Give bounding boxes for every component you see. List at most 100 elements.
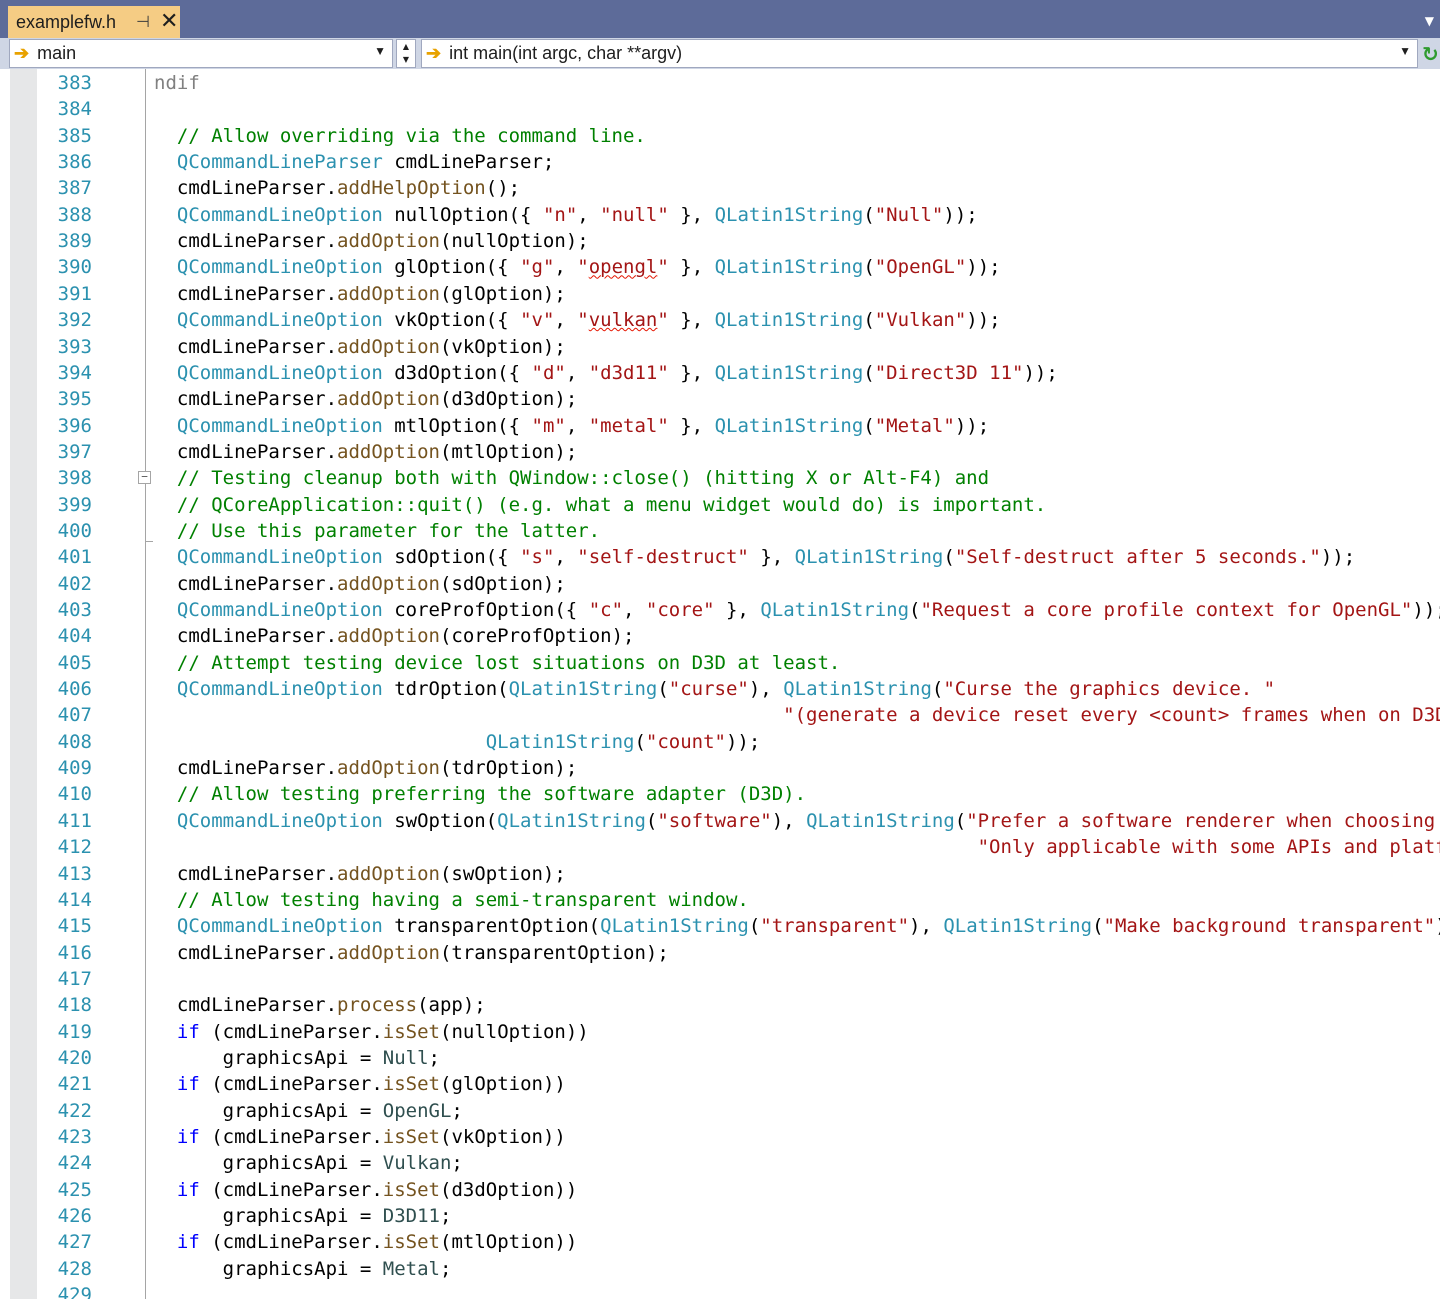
code-token: QLatin1String (943, 915, 1093, 938)
chevron-down-icon[interactable]: ▼ (1399, 44, 1411, 58)
code-token: vulkan (588, 309, 658, 332)
code-token: cmdLineParser. (154, 757, 338, 780)
code-line[interactable]: 428 graphicsApi = Metal; (0, 1256, 1440, 1282)
code-token: QCommandLineOption (154, 546, 395, 569)
code-line[interactable]: 418 cmdLineParser.process(app); (0, 992, 1440, 1018)
code-line[interactable]: 408 QLatin1String("count")); (0, 729, 1440, 755)
code-line[interactable]: 406 QCommandLineOption tdrOption(QLatin1… (0, 676, 1440, 702)
chevron-down-icon[interactable]: ▼ (374, 44, 386, 58)
arrow-right-icon: ➔ (426, 43, 442, 63)
code-line[interactable]: 393 cmdLineParser.addOption(vkOption); (0, 334, 1440, 360)
code-line[interactable]: 427 if (cmdLineParser.isSet(mtlOption)) (0, 1229, 1440, 1255)
code-text: cmdLineParser.addOption(coreProfOption); (154, 623, 635, 649)
code-line[interactable]: 384 (0, 96, 1440, 122)
code-line[interactable]: 417 (0, 966, 1440, 992)
pin-icon[interactable]: ⊣ (136, 12, 150, 32)
code-line[interactable]: 414 // Allow testing having a semi-trans… (0, 887, 1440, 913)
code-line[interactable]: 395 cmdLineParser.addOption(d3dOption); (0, 386, 1440, 412)
code-text: cmdLineParser.addHelpOption(); (154, 175, 520, 201)
code-token: coreProfOption({ (394, 599, 589, 621)
code-line[interactable]: 398 // Testing cleanup both with QWindow… (0, 465, 1440, 491)
code-line[interactable]: 404 cmdLineParser.addOption(coreProfOpti… (0, 623, 1440, 649)
code-line[interactable]: 403 QCommandLineOption coreProfOption({ … (0, 597, 1440, 623)
code-line[interactable]: 388 QCommandLineOption nullOption({ "n",… (0, 202, 1440, 228)
line-number: 392 (57, 309, 92, 332)
code-token: (nullOption)) (440, 1020, 589, 1043)
close-icon[interactable]: ✕ (160, 8, 178, 34)
tab-overflow-chevron-down-icon[interactable]: ▼ (1425, 14, 1434, 28)
code-line[interactable]: 407 "(generate a device reset every <cou… (0, 702, 1440, 728)
code-token: cmdLineParser. (154, 625, 338, 648)
code-editor[interactable]: − 383 ndif 384 385 // Allow overriding via … (0, 69, 1440, 1299)
code-line[interactable]: 402 cmdLineParser.addOption(sdOption); (0, 571, 1440, 597)
code-text: QCommandLineOption coreProfOption({ "c",… (154, 597, 1440, 623)
code-line[interactable]: 390 QCommandLineOption glOption({ "g", "… (0, 254, 1440, 280)
code-line[interactable]: 410 // Allow testing preferring the soft… (0, 781, 1440, 807)
code-token: if (154, 1126, 212, 1148)
code-token: "transparent" (760, 915, 910, 938)
code-line[interactable]: 423 if (cmdLineParser.isSet(vkOption)) (0, 1124, 1440, 1150)
code-line[interactable]: 392 QCommandLineOption vkOption({ "v", "… (0, 307, 1440, 333)
code-line[interactable]: 391 cmdLineParser.addOption(glOption); (0, 281, 1440, 307)
code-token: )); (1023, 361, 1058, 384)
code-token: d3dOption({ (394, 361, 532, 384)
code-line[interactable]: 397 cmdLineParser.addOption(mtlOption); (0, 439, 1440, 465)
code-token: ; (439, 1205, 452, 1228)
code-line[interactable]: 399 // QCoreApplication::quit() (e.g. wh… (0, 492, 1440, 518)
code-token: (cmdLineParser. (211, 1178, 383, 1201)
code-line[interactable]: 401 QCommandLineOption sdOption({ "s", "… (0, 544, 1440, 570)
code-token: // Testing cleanup both with QWindow::cl… (154, 467, 990, 490)
code-token: (cmdLineParser. (211, 1020, 383, 1043)
line-number: 429 (57, 1284, 92, 1299)
code-token: "count" (645, 730, 726, 753)
code-line[interactable]: 387 cmdLineParser.addHelpOption(); (0, 175, 1440, 201)
code-text: QCommandLineOption transparentOption(QLa… (154, 913, 1440, 939)
scope-dropdown-value: main (37, 43, 77, 63)
code-text: cmdLineParser.addOption(d3dOption); (154, 386, 577, 412)
code-line[interactable]: 394 QCommandLineOption d3dOption({ "d", … (0, 360, 1440, 386)
code-token: // QCoreApplication::quit() (e.g. what a… (154, 493, 1047, 516)
code-line[interactable]: 409 cmdLineParser.addOption(tdrOption); (0, 755, 1440, 781)
code-line[interactable]: 425 if (cmdLineParser.isSet(d3dOption)) (0, 1177, 1440, 1203)
sync-refresh-icon[interactable]: ↻ (1422, 42, 1440, 66)
code-line[interactable]: 413 cmdLineParser.addOption(swOption); (0, 861, 1440, 887)
code-token: QCommandLineOption (154, 309, 395, 332)
code-line[interactable]: 426 graphicsApi = D3D11; (0, 1203, 1440, 1229)
code-token: ( (954, 809, 967, 832)
code-line[interactable]: 405 // Attempt testing device lost situa… (0, 650, 1440, 676)
code-text: cmdLineParser.addOption(mtlOption); (154, 439, 577, 465)
code-line[interactable]: 422 graphicsApi = OpenGL; (0, 1098, 1440, 1124)
code-line[interactable]: 412 "Only applicable with some APIs and … (0, 834, 1440, 860)
code-token: // Allow overriding via the command line… (154, 124, 646, 147)
code-line[interactable]: 411 QCommandLineOption swOption(QLatin1S… (0, 808, 1440, 834)
code-line[interactable]: 415 QCommandLineOption transparentOption… (0, 913, 1440, 939)
code-line[interactable]: 424 graphicsApi = Vulkan; (0, 1150, 1440, 1176)
code-text: QCommandLineOption mtlOption({ "m", "met… (154, 413, 989, 439)
code-token: D3D11 (382, 1205, 440, 1228)
scope-dropdown[interactable]: ➔ main ▼ (9, 39, 393, 68)
code-line[interactable]: 383 ndif (0, 70, 1440, 96)
code-line[interactable]: 419 if (cmdLineParser.isSet(nullOption)) (0, 1019, 1440, 1045)
watermark: 知乎 @ltalink (1136, 1285, 1427, 1299)
document-tab-examplefw[interactable]: examplefw.h ⊣ ✕ (8, 6, 180, 38)
split-arrows-icon[interactable]: ▲ ▼ (396, 39, 416, 68)
code-text: // QCoreApplication::quit() (e.g. what a… (154, 492, 1046, 518)
code-text: graphicsApi = Null; (154, 1045, 440, 1071)
code-line[interactable]: 421 if (cmdLineParser.isSet(glOption)) (0, 1071, 1440, 1097)
code-text: cmdLineParser.addOption(vkOption); (154, 334, 566, 360)
code-token: "Direct3D 11" (874, 361, 1024, 384)
code-token: )); (966, 256, 1001, 279)
line-number: 422 (57, 1099, 92, 1122)
code-line[interactable]: 400 // Use this parameter for the latter… (0, 518, 1440, 544)
line-number: 385 (57, 124, 92, 147)
code-line[interactable]: 396 QCommandLineOption mtlOption({ "m", … (0, 413, 1440, 439)
code-line[interactable]: 389 cmdLineParser.addOption(nullOption); (0, 228, 1440, 254)
code-text: cmdLineParser.addOption(tdrOption); (154, 755, 577, 781)
code-text: graphicsApi = OpenGL; (154, 1098, 463, 1124)
code-line[interactable]: 386 QCommandLineParser cmdLineParser; (0, 149, 1440, 175)
member-dropdown[interactable]: ➔ int main(int argc, char **argv) ▼ (421, 39, 1418, 68)
line-number: 399 (57, 493, 92, 516)
code-line[interactable]: 385 // Allow overriding via the command … (0, 123, 1440, 149)
code-line[interactable]: 416 cmdLineParser.addOption(transparentO… (0, 940, 1440, 966)
code-line[interactable]: 420 graphicsApi = Null; (0, 1045, 1440, 1071)
